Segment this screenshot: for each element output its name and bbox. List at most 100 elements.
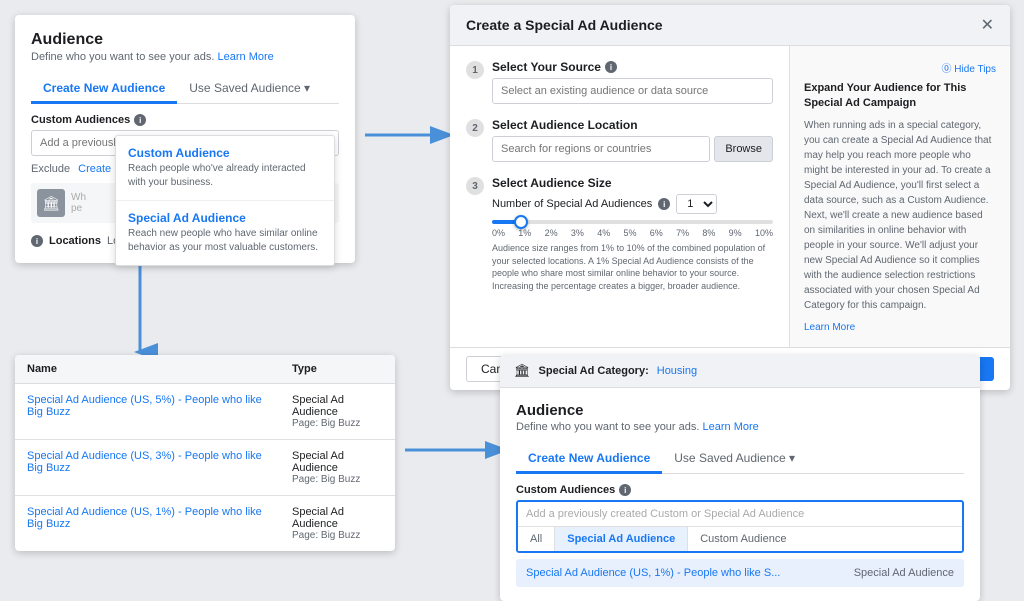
slider-thumb[interactable] bbox=[514, 215, 528, 229]
step1-info-icon: i bbox=[605, 61, 617, 73]
table-cell-name-0: Special Ad Audience (US, 5%) - People wh… bbox=[15, 384, 280, 440]
bottom-info-icon: i bbox=[619, 484, 631, 496]
type-sub-1: Page: Big Buzz bbox=[292, 474, 383, 485]
step-3-number: 3 bbox=[466, 177, 484, 195]
audience-result-row[interactable]: Special Ad Audience (US, 1%) - People wh… bbox=[516, 559, 964, 587]
type-main-1: Special Ad Audience bbox=[292, 450, 383, 474]
audience-input-placeholder: Add a previously created Custom or Speci… bbox=[518, 502, 962, 527]
type-sub-0: Page: Big Buzz bbox=[292, 418, 383, 429]
category-label: Special Ad Category: bbox=[539, 365, 649, 377]
col-type-header: Type bbox=[280, 355, 395, 384]
bank-icon: 🏛 bbox=[37, 189, 65, 217]
table-cell-name-1: Special Ad Audience (US, 3%) - People wh… bbox=[15, 440, 280, 496]
step-2-row: 2 Select Audience Location Browse bbox=[466, 118, 773, 162]
filter-tab-custom[interactable]: Custom Audience bbox=[688, 527, 798, 551]
step-1-row: 1 Select Your Source i bbox=[466, 60, 773, 104]
slider-labels: 0%1%2%3%4% 5%6%7%8%9%10% bbox=[492, 228, 773, 238]
category-bank-icon: 🏛 bbox=[514, 363, 531, 379]
bottom-audience-body: Audience Define who you want to see your… bbox=[500, 388, 980, 601]
col-name-header: Name bbox=[15, 355, 280, 384]
create-special-ad-panel: Create a Special Ad Audience ✕ 1 Select … bbox=[450, 5, 1010, 390]
dropdown-item-special[interactable]: Special Ad Audience Reach new people who… bbox=[116, 201, 334, 265]
custom-audiences-label: Custom Audiences i bbox=[31, 114, 339, 126]
audience-title: Audience bbox=[31, 31, 339, 49]
step-2-number: 2 bbox=[466, 119, 484, 137]
tips-learn-more[interactable]: Learn More bbox=[804, 322, 855, 333]
audience-count-row: Number of Special Ad Audiences i 123 bbox=[492, 194, 773, 214]
type-sub-2: Page: Big Buzz bbox=[292, 530, 383, 541]
locations-info-icon: i bbox=[31, 235, 43, 247]
bottom-tab-create[interactable]: Create New Audience bbox=[516, 445, 662, 474]
slider-description: Audience size ranges from 1% to 10% of t… bbox=[492, 242, 773, 292]
table-row: Special Ad Audience (US, 5%) - People wh… bbox=[15, 384, 395, 440]
filter-tabs: All Special Ad Audience Custom Audience bbox=[518, 527, 962, 551]
step-2-content: Select Audience Location Browse bbox=[492, 118, 773, 162]
arrow-right-top bbox=[360, 115, 455, 155]
audience-list-panel: Name Type Special Ad Audience (US, 5%) -… bbox=[15, 355, 395, 551]
audience-tabs: Create New Audience Use Saved Audience ▾ bbox=[31, 75, 339, 104]
modal-left-content: 1 Select Your Source i 2 Select Audience… bbox=[450, 46, 790, 347]
bottom-audience-subtitle: Define who you want to see your ads. Lea… bbox=[516, 421, 964, 433]
dropdown-item-custom[interactable]: Custom Audience Reach people who've alre… bbox=[116, 136, 334, 201]
audience-create-panel: Audience Define who you want to see your… bbox=[15, 15, 355, 263]
bottom-audience-tabs: Create New Audience Use Saved Audience ▾ bbox=[516, 445, 964, 474]
category-value: Housing bbox=[657, 365, 697, 377]
close-icon[interactable]: ✕ bbox=[981, 15, 994, 35]
bottom-learn-more[interactable]: Learn More bbox=[703, 421, 759, 433]
audience-table: Name Type Special Ad Audience (US, 5%) -… bbox=[15, 355, 395, 551]
step-3-content: Select Audience Size Number of Special A… bbox=[492, 176, 773, 292]
modal-body: 1 Select Your Source i 2 Select Audience… bbox=[450, 46, 1010, 347]
table-cell-name-2: Special Ad Audience (US, 1%) - People wh… bbox=[15, 496, 280, 552]
modal-header: Create a Special Ad Audience ✕ bbox=[450, 5, 1010, 46]
filter-tab-special[interactable]: Special Ad Audience bbox=[555, 527, 688, 551]
create-new-dropdown: Custom Audience Reach people who've alre… bbox=[115, 135, 335, 266]
step-1-number: 1 bbox=[466, 61, 484, 79]
step-1-title: Select Your Source i bbox=[492, 60, 773, 74]
modal-right-tips: ⓪ Hide Tips Expand Your Audience for Thi… bbox=[790, 46, 1010, 347]
arrow-right-bottom bbox=[400, 430, 510, 470]
table-row: Special Ad Audience (US, 3%) - People wh… bbox=[15, 440, 395, 496]
step-2-title: Select Audience Location bbox=[492, 118, 773, 132]
bottom-custom-label: Custom Audiences i bbox=[516, 484, 964, 496]
audience-subtitle: Define who you want to see your ads. Lea… bbox=[31, 51, 339, 63]
step-2-input-row: Browse bbox=[492, 136, 773, 162]
audience-name-link-0[interactable]: Special Ad Audience (US, 5%) - People wh… bbox=[27, 394, 262, 418]
audience-result-name: Special Ad Audience (US, 1%) - People wh… bbox=[526, 567, 780, 579]
tips-body: When running ads in a special category, … bbox=[804, 118, 996, 313]
table-header-row: Name Type bbox=[15, 355, 395, 384]
step-1-input[interactable] bbox=[492, 78, 773, 104]
bank-text: Wh pe bbox=[71, 192, 86, 214]
hide-tips-link[interactable]: ⓪ Hide Tips bbox=[942, 60, 996, 75]
step-2-input[interactable] bbox=[492, 136, 710, 162]
table-cell-type-1: Special Ad Audience Page: Big Buzz bbox=[280, 440, 395, 496]
tips-title-row: ⓪ Hide Tips bbox=[804, 60, 996, 75]
info-icon: i bbox=[134, 114, 146, 126]
tab-saved[interactable]: Use Saved Audience ▾ bbox=[177, 75, 322, 104]
learn-more-link[interactable]: Learn More bbox=[218, 51, 274, 63]
browse-button[interactable]: Browse bbox=[714, 136, 773, 162]
special-ad-category-panel: 🏛 Special Ad Category: Housing Audience … bbox=[500, 355, 980, 601]
tab-create-new[interactable]: Create New Audience bbox=[31, 75, 177, 104]
audience-name-link-2[interactable]: Special Ad Audience (US, 1%) - People wh… bbox=[27, 506, 262, 530]
audience-result-type: Special Ad Audience bbox=[854, 567, 954, 579]
type-main-0: Special Ad Audience bbox=[292, 394, 383, 418]
step3-info-icon: i bbox=[658, 198, 670, 210]
bottom-tab-saved[interactable]: Use Saved Audience ▾ bbox=[662, 445, 807, 474]
special-category-bar: 🏛 Special Ad Category: Housing bbox=[500, 355, 980, 388]
step-3-title: Select Audience Size bbox=[492, 176, 773, 190]
table-cell-type-2: Special Ad Audience Page: Big Buzz bbox=[280, 496, 395, 552]
table-cell-type-0: Special Ad Audience Page: Big Buzz bbox=[280, 384, 395, 440]
filter-tab-all[interactable]: All bbox=[518, 527, 555, 551]
modal-title: Create a Special Ad Audience bbox=[466, 17, 663, 33]
audience-count-select[interactable]: 123 bbox=[676, 194, 717, 214]
table-row: Special Ad Audience (US, 1%) - People wh… bbox=[15, 496, 395, 552]
type-main-2: Special Ad Audience bbox=[292, 506, 383, 530]
bottom-audience-title: Audience bbox=[516, 402, 964, 419]
step-3-row: 3 Select Audience Size Number of Special… bbox=[466, 176, 773, 292]
audience-name-link-1[interactable]: Special Ad Audience (US, 3%) - People wh… bbox=[27, 450, 262, 474]
slider-bar bbox=[492, 220, 773, 224]
step-1-content: Select Your Source i bbox=[492, 60, 773, 104]
audience-input-wrapper: Add a previously created Custom or Speci… bbox=[516, 500, 964, 553]
slider-section: Number of Special Ad Audiences i 123 0%1… bbox=[492, 194, 773, 292]
tips-heading: Expand Your Audience for This Special Ad… bbox=[804, 81, 996, 112]
